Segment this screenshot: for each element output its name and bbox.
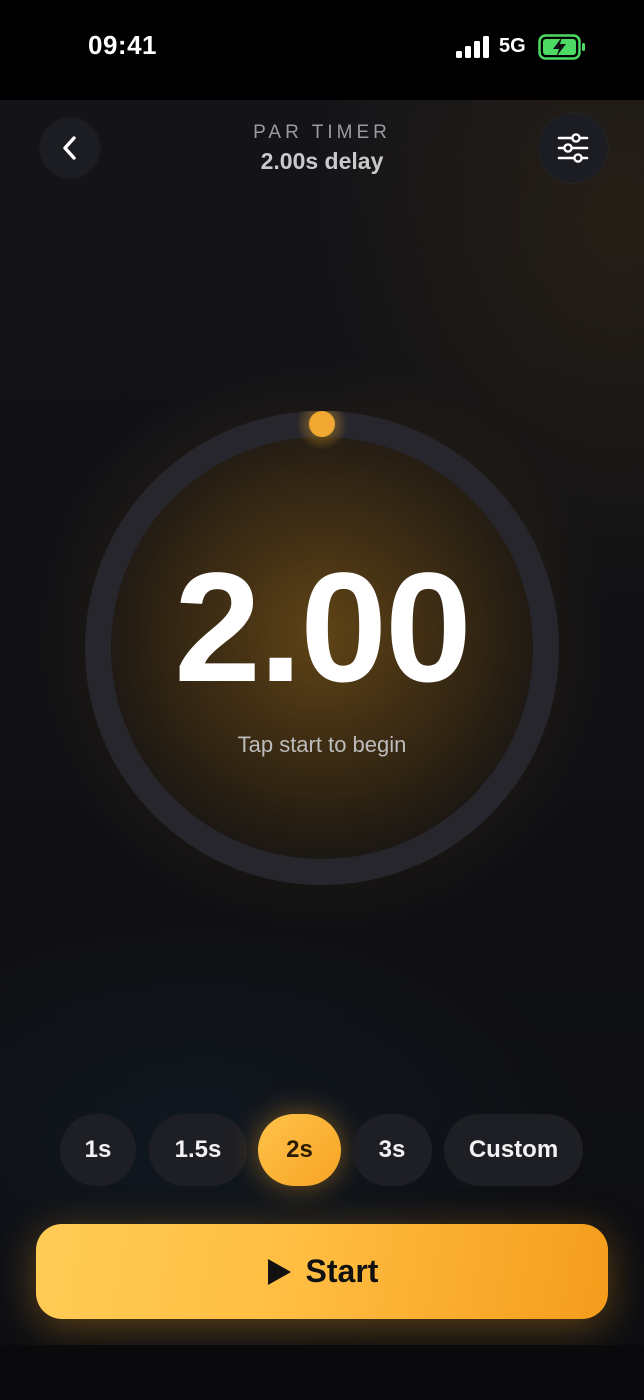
timer-value: 2.00 [174,541,472,715]
start-label: Start [305,1253,379,1289]
network-label: 5G [499,35,526,57]
dial-knob [309,411,335,437]
settings-button[interactable] [538,113,608,183]
battery-charging-icon [538,34,585,60]
preset-label: Custom [468,1136,559,1163]
preset-1s[interactable]: 1s [60,1114,136,1186]
status-bar: 09:41 5G [0,0,644,100]
app-content: PAR TIMER 2.00s delay 2.00 Tap start to … [0,100,644,1345]
timer-hint: Tap start to begin [237,732,407,757]
preset-label: 1.5s [174,1136,222,1163]
screen: 09:41 5G PAR TIMER 2.00s delay 2.00 Tap … [0,0,644,1400]
preset-label: 1s [84,1136,112,1163]
bottom-safe-area [0,1345,644,1400]
preset-1-5s[interactable]: 1.5s [149,1114,247,1186]
preset-label: 2s [286,1136,313,1163]
start-button[interactable]: Start [36,1224,608,1319]
sliders-icon [557,133,589,163]
preset-label: 3s [378,1136,406,1163]
preset-3s[interactable]: 3s [352,1114,432,1186]
preset-group: 1s 1.5s 2s 3s Custom [0,1114,644,1186]
signal-icon [456,36,489,58]
preset-custom[interactable]: Custom [444,1114,583,1186]
play-icon [267,1258,291,1285]
status-time: 09:41 [88,30,157,60]
preset-2s[interactable]: 2s [258,1114,341,1186]
